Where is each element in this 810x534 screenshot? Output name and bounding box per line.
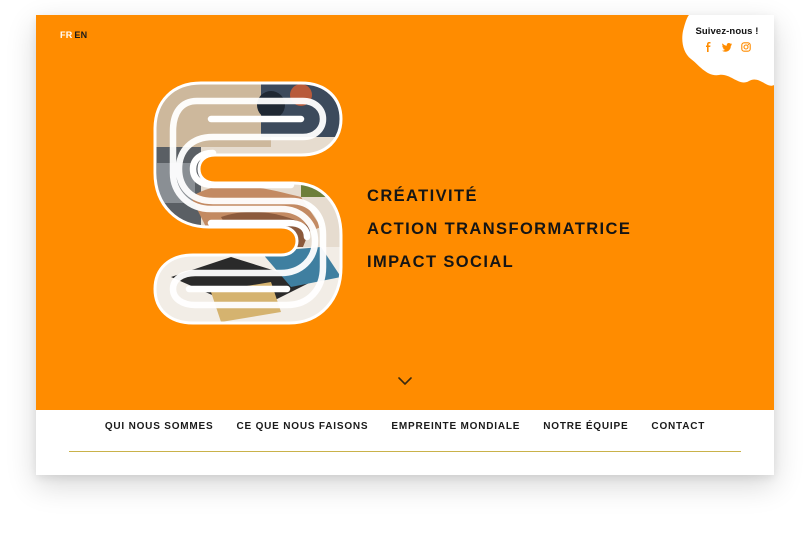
chevron-down-icon[interactable] <box>397 375 413 387</box>
main-nav: QUI NOUS SOMMES CE QUE NOUS FAISONS EMPR… <box>36 410 774 475</box>
facebook-icon[interactable] <box>703 42 713 52</box>
nav-item-empreinte-mondiale[interactable]: EMPREINTE MONDIALE <box>380 421 532 432</box>
tagline-list: CRÉATIVITÉ ACTION TRANSFORMATRICE IMPACT… <box>367 180 631 279</box>
twitter-icon[interactable] <box>722 42 732 52</box>
nav-items: QUI NOUS SOMMES CE QUE NOUS FAISONS EMPR… <box>36 421 774 432</box>
lang-en-link[interactable]: EN <box>74 30 87 40</box>
hero-section: FR EN Suivez-nous ! CRÉATIVITÉ ACTION TR… <box>36 15 774 410</box>
social-icons <box>686 42 768 52</box>
lang-fr-link[interactable]: FR <box>60 30 72 40</box>
language-switch: FR EN <box>60 30 87 40</box>
nav-item-ce-que-nous-faisons[interactable]: CE QUE NOUS FAISONS <box>225 421 380 432</box>
tagline-social-impact: IMPACT SOCIAL <box>367 253 515 271</box>
s-logo-graphic <box>153 81 343 325</box>
instagram-icon[interactable] <box>741 42 751 52</box>
follow-title: Suivez-nous ! <box>695 26 759 37</box>
nav-item-notre-equipe[interactable]: NOTRE ÉQUIPE <box>532 421 640 432</box>
tagline-creativity: CRÉATIVITÉ <box>367 187 478 205</box>
nav-divider <box>69 451 741 452</box>
social-follow: Suivez-nous ! <box>686 26 768 52</box>
tagline-transformative-action: ACTION TRANSFORMATRICE <box>367 220 632 238</box>
page-frame: FR EN Suivez-nous ! CRÉATIVITÉ ACTION TR… <box>36 15 774 475</box>
nav-item-qui-nous-sommes[interactable]: QUI NOUS SOMMES <box>93 421 225 432</box>
nav-item-contact[interactable]: CONTACT <box>640 421 717 432</box>
